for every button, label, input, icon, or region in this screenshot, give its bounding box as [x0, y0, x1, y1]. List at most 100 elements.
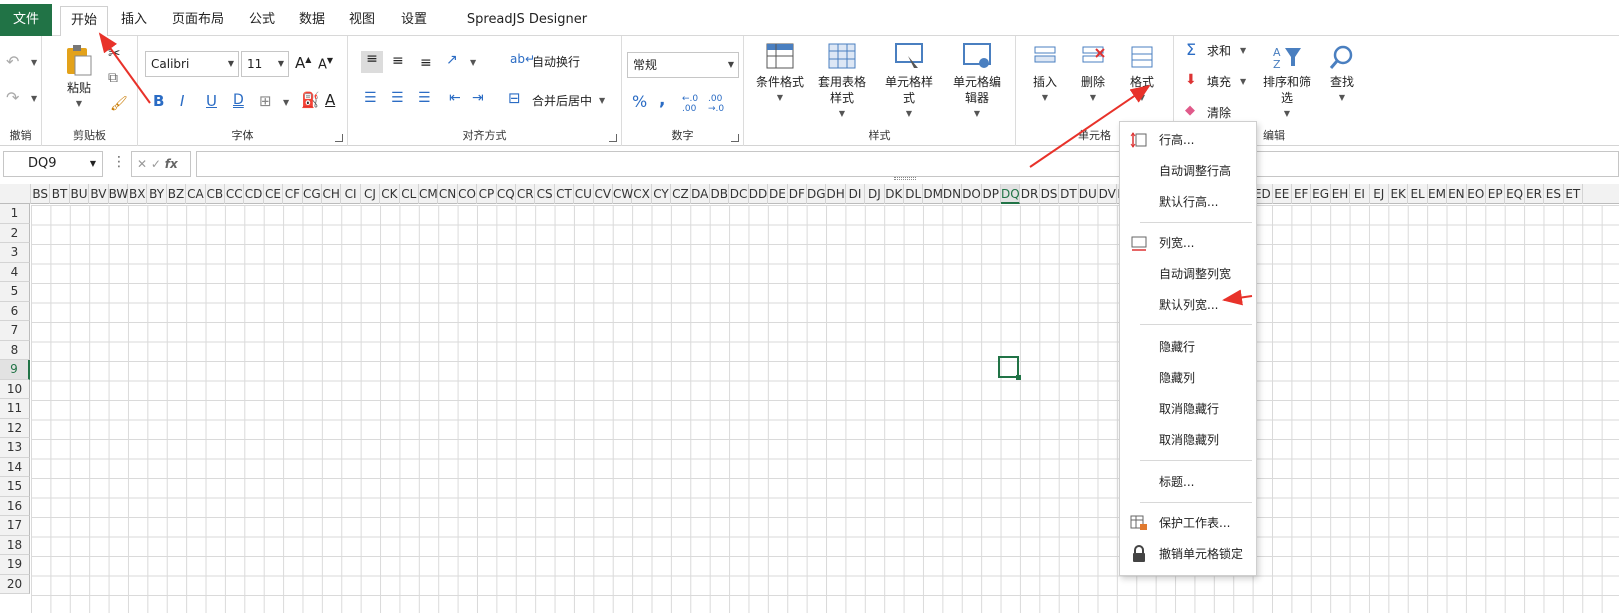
menu-item[interactable]: 取消隐藏行: [1120, 395, 1256, 423]
cell-area[interactable]: [31, 205, 1619, 613]
row-header[interactable]: 16: [0, 496, 30, 516]
border-icon[interactable]: ⊞: [259, 92, 272, 110]
select-all-corner[interactable]: [0, 184, 31, 204]
column-header[interactable]: CF: [283, 184, 303, 204]
more-options-icon[interactable]: ⋮: [112, 154, 126, 170]
tab-formulas[interactable]: 公式: [242, 6, 282, 36]
tab-insert[interactable]: 插入: [114, 6, 154, 36]
row-header[interactable]: 15: [0, 477, 30, 497]
column-header[interactable]: DC: [729, 184, 749, 204]
column-header[interactable]: EF: [1292, 184, 1312, 204]
row-header[interactable]: 6: [0, 301, 30, 321]
column-header[interactable]: DO: [962, 184, 982, 204]
fill-button[interactable]: 填充: [1207, 73, 1231, 90]
row-header[interactable]: 1: [0, 204, 30, 224]
format-painter-icon[interactable]: 🖌: [110, 96, 128, 112]
number-format-select[interactable]: 常规 ▼: [627, 52, 739, 78]
comma-button[interactable]: ,: [659, 90, 665, 110]
column-header[interactable]: BT: [50, 184, 70, 204]
row-header[interactable]: 2: [0, 223, 30, 243]
undo-dropdown-icon[interactable]: ▼: [31, 58, 37, 67]
cell-editor-button[interactable]: 单元格编辑器 ▼: [950, 42, 1004, 122]
column-header[interactable]: DL: [904, 184, 924, 204]
orientation-icon[interactable]: ↗: [446, 52, 458, 68]
column-header[interactable]: EE: [1273, 184, 1292, 204]
cell-style-button[interactable]: 单元格样式 ▼: [882, 42, 936, 122]
bold-button[interactable]: B: [153, 92, 164, 110]
menu-item[interactable]: 行高...: [1120, 126, 1256, 154]
column-header[interactable]: DQ: [1001, 184, 1021, 204]
column-header[interactable]: DS: [1040, 184, 1060, 204]
column-header[interactable]: CN: [438, 184, 458, 204]
menu-item[interactable]: 隐藏行: [1120, 333, 1256, 361]
column-header[interactable]: CV: [594, 184, 613, 204]
column-header[interactable]: DD: [749, 184, 769, 204]
row-header[interactable]: 11: [0, 399, 30, 419]
column-header[interactable]: CR: [516, 184, 536, 204]
sum-button[interactable]: 求和: [1207, 42, 1231, 59]
sum-icon[interactable]: Σ: [1186, 40, 1196, 59]
font-dialog-launcher-icon[interactable]: [335, 134, 343, 142]
column-header[interactable]: CB: [206, 184, 225, 204]
column-header[interactable]: EJ: [1370, 184, 1389, 204]
column-header[interactable]: CD: [244, 184, 264, 204]
menu-item[interactable]: 自动调整列宽: [1120, 260, 1256, 288]
column-header[interactable]: CS: [535, 184, 555, 204]
align-top-icon[interactable]: ≡: [361, 51, 383, 73]
row-header[interactable]: 20: [0, 574, 30, 594]
column-header[interactable]: DK: [885, 184, 904, 204]
column-header[interactable]: EQ: [1505, 184, 1525, 204]
column-header[interactable]: BU: [70, 184, 90, 204]
column-header[interactable]: CH: [322, 184, 342, 204]
column-header[interactable]: CA: [186, 184, 206, 204]
row-header[interactable]: 4: [0, 262, 30, 282]
active-cell[interactable]: [998, 356, 1021, 380]
menu-item[interactable]: 取消隐藏列: [1120, 426, 1256, 454]
column-header[interactable]: DH: [826, 184, 846, 204]
row-header[interactable]: 9: [0, 360, 30, 380]
column-header[interactable]: DJ: [865, 184, 885, 204]
menu-item[interactable]: 标题...: [1120, 468, 1256, 496]
cut-icon[interactable]: ✂: [108, 44, 121, 62]
sort-filter-button[interactable]: A Z 排序和筛选 ▼: [1262, 44, 1312, 122]
increase-indent-icon[interactable]: ⇥: [472, 90, 484, 106]
wrap-text-button[interactable]: 自动换行: [532, 53, 580, 70]
menu-item[interactable]: 撤销单元格锁定: [1120, 540, 1256, 568]
align-center-icon[interactable]: ☰: [391, 90, 404, 106]
row-header[interactable]: 14: [0, 457, 30, 477]
column-header[interactable]: DF: [788, 184, 807, 204]
increase-font-icon[interactable]: A▲: [295, 54, 311, 72]
fx-icon[interactable]: fx: [165, 157, 178, 171]
column-header[interactable]: DB: [710, 184, 730, 204]
column-header[interactable]: EH: [1331, 184, 1351, 204]
merge-center-icon[interactable]: ⊟: [508, 89, 521, 107]
tab-view[interactable]: 视图: [342, 6, 382, 36]
row-header[interactable]: 13: [0, 438, 30, 458]
confirm-icon[interactable]: ✓: [151, 157, 161, 171]
column-header[interactable]: DV: [1098, 184, 1118, 204]
column-header[interactable]: DG: [807, 184, 827, 204]
tab-home[interactable]: 开始: [60, 6, 108, 37]
merge-dropdown-icon[interactable]: ▼: [599, 96, 605, 105]
column-header[interactable]: DA: [691, 184, 710, 204]
decrease-decimal-icon[interactable]: .00 →.0: [708, 94, 724, 114]
menu-item[interactable]: 隐藏列: [1120, 364, 1256, 392]
font-size-select[interactable]: 11 ▼: [241, 51, 289, 77]
row-header[interactable]: 3: [0, 243, 30, 263]
table-style-button[interactable]: 套用表格样式 ▼: [816, 42, 868, 122]
copy-icon[interactable]: ⧉: [108, 70, 118, 86]
tab-settings[interactable]: 设置: [394, 6, 434, 36]
paste-button[interactable]: 粘贴 ▼: [60, 42, 98, 112]
number-dialog-launcher-icon[interactable]: [731, 134, 739, 142]
column-header[interactable]: EP: [1486, 184, 1506, 204]
column-header[interactable]: ET: [1564, 184, 1583, 204]
column-header[interactable]: ES: [1544, 184, 1564, 204]
redo-icon[interactable]: ↷: [6, 88, 19, 107]
menu-item[interactable]: 默认列宽...: [1120, 291, 1256, 319]
column-header[interactable]: EG: [1311, 184, 1331, 204]
column-header[interactable]: DI: [846, 184, 866, 204]
column-header[interactable]: CK: [380, 184, 400, 204]
resize-handle[interactable]: [894, 177, 916, 180]
tab-page-layout[interactable]: 页面布局: [166, 6, 230, 36]
italic-button[interactable]: I: [180, 92, 184, 110]
